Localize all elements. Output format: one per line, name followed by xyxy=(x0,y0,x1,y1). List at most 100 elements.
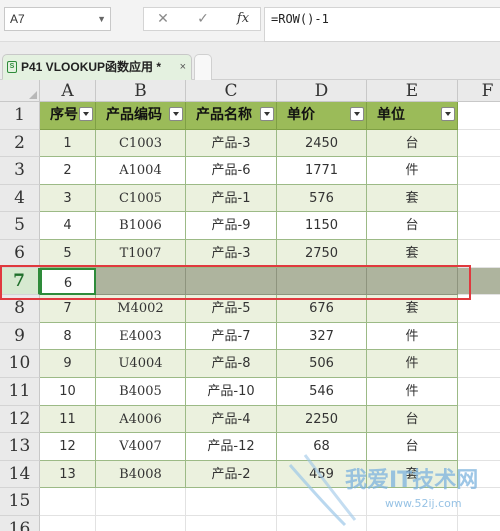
column-header-c[interactable]: C xyxy=(186,80,277,102)
formula-input[interactable]: =ROW()-1 xyxy=(264,7,500,42)
table-cell[interactable]: 2450 xyxy=(277,129,367,158)
row-header-9[interactable]: 9 xyxy=(0,322,40,351)
empty-cell[interactable] xyxy=(458,130,500,158)
table-cell[interactable]: 2 xyxy=(40,157,96,185)
table-cell[interactable]: 产品-4 xyxy=(186,405,277,434)
empty-cell[interactable] xyxy=(458,157,500,185)
row-header-13[interactable]: 13 xyxy=(0,433,40,461)
empty-cell[interactable] xyxy=(458,406,500,434)
row-header-10[interactable]: 10 xyxy=(0,350,40,378)
table-cell[interactable]: 套 xyxy=(367,184,458,213)
table-cell[interactable]: T1007 xyxy=(96,240,186,268)
empty-cell[interactable] xyxy=(458,102,500,130)
table-cell[interactable]: B1006 xyxy=(96,212,186,240)
table-cell[interactable]: 产品-2 xyxy=(186,460,277,489)
table-cell[interactable]: 2750 xyxy=(277,240,367,268)
select-all-corner[interactable] xyxy=(0,80,40,102)
table-cell[interactable]: C1005 xyxy=(96,184,186,213)
name-box[interactable]: A7 ▼ xyxy=(4,7,111,31)
table-cell[interactable]: B4008 xyxy=(96,460,186,489)
table-cell[interactable]: 台 xyxy=(367,212,458,240)
table-cell[interactable]: 套 xyxy=(367,240,458,268)
table-cell[interactable]: M4002 xyxy=(96,295,186,323)
table-cell[interactable]: 12 xyxy=(40,433,96,461)
table-header-cell[interactable]: 产品编码 xyxy=(96,102,186,130)
row-header-1[interactable]: 1 xyxy=(0,102,40,130)
table-cell[interactable]: 产品-9 xyxy=(186,212,277,240)
column-header-b[interactable]: B xyxy=(96,80,186,102)
table-cell[interactable]: 件 xyxy=(367,378,458,406)
table-cell[interactable]: 产品-10 xyxy=(186,378,277,406)
table-cell[interactable]: 套 xyxy=(367,295,458,323)
table-cell[interactable]: 9 xyxy=(40,350,96,378)
empty-cell[interactable] xyxy=(96,516,186,531)
row-header-7[interactable]: 7 xyxy=(0,267,40,296)
table-header-cell[interactable]: 单位 xyxy=(367,102,458,130)
empty-cell[interactable] xyxy=(458,323,500,351)
filter-dropdown-icon[interactable] xyxy=(169,107,183,121)
table-cell[interactable]: 576 xyxy=(277,184,367,213)
row-header-14[interactable]: 14 xyxy=(0,460,40,489)
row-header-5[interactable]: 5 xyxy=(0,212,40,240)
empty-cell[interactable] xyxy=(458,267,500,296)
new-tab-button[interactable] xyxy=(194,54,212,80)
table-cell[interactable]: 产品-1 xyxy=(186,184,277,213)
table-cell[interactable]: 1 xyxy=(40,129,96,158)
empty-cell[interactable] xyxy=(458,350,500,378)
table-cell[interactable]: 13 xyxy=(40,460,96,489)
filter-dropdown-icon[interactable] xyxy=(441,107,455,121)
row-header-15[interactable]: 15 xyxy=(0,488,40,516)
row-header-16[interactable]: 16 xyxy=(0,516,40,531)
fx-icon[interactable]: fx xyxy=(228,8,258,30)
empty-cell[interactable] xyxy=(40,488,96,516)
filter-dropdown-icon[interactable] xyxy=(350,107,364,121)
table-cell[interactable]: 3 xyxy=(40,184,96,213)
empty-cell[interactable] xyxy=(186,488,277,516)
table-cell[interactable]: A4006 xyxy=(96,405,186,434)
table-cell[interactable]: 11 xyxy=(40,405,96,434)
table-header-cell[interactable]: 序号 xyxy=(40,102,96,130)
empty-cell[interactable] xyxy=(458,185,500,213)
table-header-cell[interactable]: 单价 xyxy=(277,102,367,130)
table-cell[interactable]: U4004 xyxy=(96,350,186,378)
table-cell[interactable]: A1004 xyxy=(96,157,186,185)
table-cell[interactable] xyxy=(96,267,186,296)
table-cell[interactable]: V4007 xyxy=(96,433,186,461)
table-cell[interactable]: B4005 xyxy=(96,378,186,406)
table-cell[interactable] xyxy=(367,267,458,296)
empty-cell[interactable] xyxy=(96,488,186,516)
row-header-12[interactable]: 12 xyxy=(0,405,40,434)
table-cell[interactable]: 8 xyxy=(40,322,96,351)
table-cell[interactable]: 10 xyxy=(40,378,96,406)
table-cell[interactable]: 产品-6 xyxy=(186,157,277,185)
row-header-2[interactable]: 2 xyxy=(0,129,40,158)
table-cell[interactable]: 506 xyxy=(277,350,367,378)
table-cell[interactable]: 1150 xyxy=(277,212,367,240)
table-cell[interactable]: 1771 xyxy=(277,157,367,185)
table-cell[interactable]: 产品-3 xyxy=(186,129,277,158)
table-cell[interactable]: 件 xyxy=(367,322,458,351)
empty-cell[interactable] xyxy=(458,240,500,268)
table-cell[interactable]: 7 xyxy=(40,295,96,323)
table-cell[interactable] xyxy=(186,267,277,296)
table-cell[interactable]: 台 xyxy=(367,405,458,434)
table-cell[interactable]: 6 xyxy=(40,267,96,296)
column-header-d[interactable]: D xyxy=(277,80,367,102)
empty-cell[interactable] xyxy=(458,295,500,323)
check-icon[interactable]: ✓ xyxy=(188,8,218,30)
row-header-3[interactable]: 3 xyxy=(0,157,40,185)
table-cell[interactable]: 4 xyxy=(40,212,96,240)
table-cell[interactable]: 产品-12 xyxy=(186,433,277,461)
column-header-a[interactable]: A xyxy=(40,80,96,102)
table-cell[interactable]: 产品-5 xyxy=(186,295,277,323)
table-cell[interactable] xyxy=(277,267,367,296)
table-cell[interactable]: 产品-3 xyxy=(186,240,277,268)
row-header-6[interactable]: 6 xyxy=(0,240,40,268)
empty-cell[interactable] xyxy=(458,212,500,240)
table-cell[interactable]: 件 xyxy=(367,157,458,185)
empty-cell[interactable] xyxy=(40,516,96,531)
table-cell[interactable]: 676 xyxy=(277,295,367,323)
table-cell[interactable]: 546 xyxy=(277,378,367,406)
column-header-f[interactable]: F xyxy=(458,80,500,102)
table-cell[interactable]: 产品-7 xyxy=(186,322,277,351)
